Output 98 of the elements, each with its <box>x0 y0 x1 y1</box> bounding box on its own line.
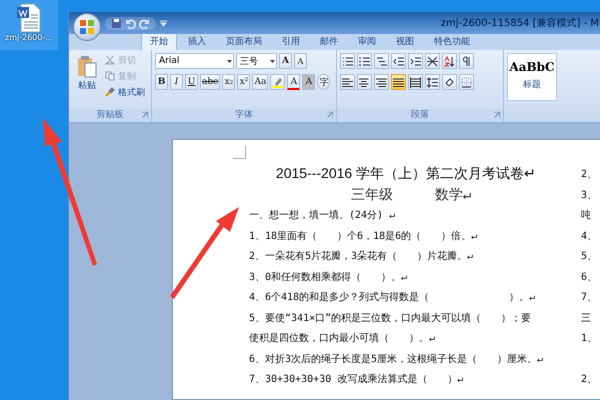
borders-icon <box>461 76 472 88</box>
font-color-button[interactable]: A <box>287 74 300 90</box>
dialog-launcher-icon[interactable] <box>494 112 500 118</box>
highlight-icon <box>272 76 284 88</box>
document-subtitle: 三年级 数学↵ <box>350 186 472 204</box>
clipboard-icon <box>77 55 97 79</box>
sort-icon <box>444 56 455 66</box>
multilevel-list-icon <box>376 56 387 66</box>
paste-button[interactable]: 粘贴 <box>72 53 102 109</box>
shading-button[interactable] <box>442 74 457 90</box>
question-number: 吨 <box>581 208 592 222</box>
ribbon-tab[interactable]: 引用 <box>273 32 309 50</box>
align-right-icon <box>376 76 387 88</box>
align-right-button[interactable] <box>374 74 389 90</box>
align-left-button[interactable] <box>340 74 355 90</box>
decrease-indent-button[interactable] <box>391 53 406 69</box>
show-marks-button[interactable] <box>459 53 474 69</box>
question-number: 5、 <box>581 250 598 264</box>
shrink-font-button[interactable]: A <box>294 53 307 69</box>
multilevel-list-button[interactable] <box>374 53 389 69</box>
question-text: 1、18里面有（ ）个6，18是6的（ ）倍。↵ <box>249 230 478 243</box>
question-text: 6、对折3次后的绳子长度是5厘米，这根绳子长是（ ）厘米。↵ <box>249 352 544 366</box>
copy-icon <box>105 71 115 81</box>
align-justify-button[interactable] <box>391 74 406 90</box>
undo-icon[interactable] <box>125 18 136 28</box>
borders-button[interactable] <box>459 74 474 90</box>
sort-button[interactable] <box>442 53 457 69</box>
ribbon-tab[interactable]: 页面布局 <box>217 32 271 50</box>
decrease-indent-icon <box>393 56 404 66</box>
dialog-launcher-icon[interactable] <box>142 112 148 118</box>
question-text: 7、30+30+30+30 改写成乘法算式是（ ）↵ <box>249 372 464 386</box>
style-gallery-item[interactable]: AaBbC 标题 <box>507 53 557 101</box>
shading-icon <box>444 76 455 88</box>
align-justify-icon <box>393 76 404 88</box>
grow-font-button[interactable]: A <box>279 53 292 69</box>
question-number: 6、 <box>581 270 598 284</box>
change-case-button[interactable]: Aa <box>252 74 268 90</box>
question-number: 2、 <box>581 373 598 386</box>
ribbon-tab[interactable]: 邮件 <box>311 32 347 50</box>
question-text: 5、要使“341×口”的积是三位数，口内最大可以填（ ）；要 <box>249 312 532 325</box>
group-label: 段落 <box>411 110 429 120</box>
file-name: zmj-2600-... <box>5 33 53 42</box>
question-number: 7、 <box>581 291 598 304</box>
align-center-button[interactable] <box>357 74 372 90</box>
align-distributed-icon <box>410 76 421 88</box>
format-painter-icon <box>105 87 115 97</box>
underline-button[interactable]: U <box>185 74 198 90</box>
dialog-launcher-icon[interactable] <box>327 112 333 118</box>
italic-button[interactable]: I <box>170 74 183 90</box>
enclosed-character-button[interactable]: 字 <box>317 74 330 90</box>
increase-indent-icon <box>410 56 421 66</box>
ribbon-tab[interactable]: 特色功能 <box>425 32 479 50</box>
highlight-button[interactable] <box>270 74 286 90</box>
office-button[interactable] <box>73 13 101 41</box>
increase-indent-button[interactable] <box>408 53 423 69</box>
bold-button[interactable]: B <box>155 74 168 90</box>
question-text: 一、想一想，填一填。(24分) ↵ <box>249 208 396 222</box>
bullets-icon <box>342 56 353 66</box>
question-text: 4、6个418的和是多少？列式与得数是（ ）。↵ <box>249 290 536 304</box>
line-spacing-icon <box>427 76 438 88</box>
cut-icon <box>105 55 115 65</box>
save-icon[interactable] <box>111 18 122 28</box>
question-number: 2、 <box>581 168 598 182</box>
ribbon-tab[interactable]: 插入 <box>179 32 215 50</box>
align-left-icon <box>342 76 353 88</box>
format-painter-button[interactable]: 格式刷 <box>105 85 145 99</box>
document-icon[interactable] <box>16 3 42 33</box>
question-number: 三 <box>581 312 592 325</box>
bullets-button[interactable] <box>340 53 355 69</box>
window-title: zmj-2600-115854 [兼容模式] - M <box>440 16 600 30</box>
office-logo-icon <box>79 19 95 35</box>
strikethrough-button[interactable]: abe <box>200 74 220 90</box>
dropdown-arrow-icon <box>226 58 233 64</box>
numbering-button[interactable] <box>357 53 372 69</box>
question-number: 1、 <box>581 332 598 346</box>
question-text: 3、0和任何数相乘都得（ ）。↵ <box>249 270 408 284</box>
customize-dropdown-icon[interactable] <box>160 20 167 26</box>
group-label: 剪贴板 <box>96 110 124 120</box>
dropdown-arrow-icon <box>269 58 276 64</box>
question-number: 3、 <box>581 188 598 202</box>
subscript-button[interactable]: x₂ <box>222 74 236 90</box>
line-spacing-button[interactable] <box>425 74 440 90</box>
question-number: 4、 <box>581 230 598 243</box>
question-text: 使积是四位数，口内最小可填（ ）。↵ <box>249 332 436 346</box>
font-name-field[interactable]: Arial <box>155 53 234 69</box>
document-title: 2015---2016 学年（上）第二次月考试卷↵ <box>274 165 538 184</box>
ribbon-tab[interactable]: 视图 <box>387 32 423 50</box>
question-text: 2、一朵花有5片花瓣，3朵花有（ ）片花瓣。↵ <box>249 250 474 264</box>
align-distributed-button[interactable] <box>408 74 423 90</box>
numbering-icon <box>359 56 370 66</box>
show-marks-icon <box>461 56 472 66</box>
character-shading-button[interactable]: A <box>302 74 316 90</box>
group-label: 字体 <box>235 110 253 120</box>
redo-icon[interactable] <box>139 18 150 28</box>
align-center-icon <box>359 76 370 88</box>
superscript-button[interactable]: x² <box>237 74 250 90</box>
ribbon-tab[interactable]: 审阅 <box>349 32 385 50</box>
font-size-field[interactable]: 三号 <box>236 53 277 69</box>
